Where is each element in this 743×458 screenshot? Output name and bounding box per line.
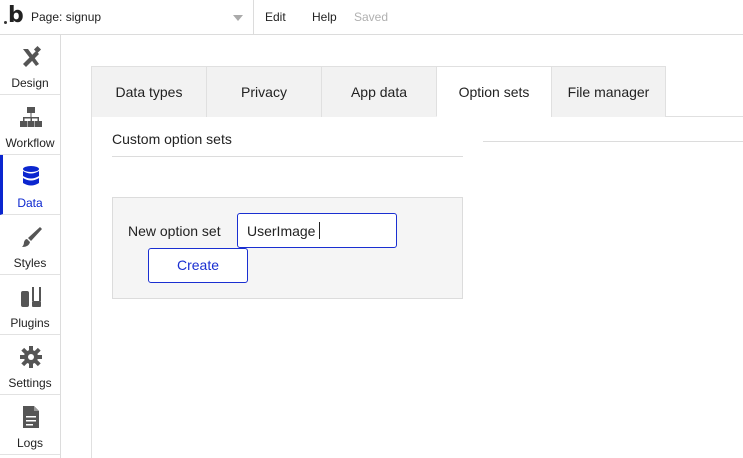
tab-app-data[interactable]: App data [321,66,437,117]
sidebar-item-label: Design [11,76,49,90]
sidebar-item-label: Plugins [10,316,50,330]
help-menu[interactable]: Help [312,10,337,24]
tab-option-sets[interactable]: Option sets [436,66,552,117]
new-option-set-input[interactable] [237,213,397,248]
tabs-baseline [666,116,743,117]
sidebar-item-label: Styles [13,256,47,270]
new-option-set-label: New option set [128,223,221,239]
right-divider [483,141,743,142]
logo-dot [4,21,7,24]
page-selector[interactable]: Page: signup [25,0,254,35]
sidebar-item-data[interactable]: Data [0,155,60,215]
section-title: Custom option sets [112,131,232,147]
sidebar-item-label: Workflow [5,136,55,150]
sidebar-item-label: Logs [16,436,44,450]
sidebar-item-settings[interactable]: Settings [0,335,60,395]
bubble-logo[interactable]: b [4,3,24,28]
design-icon [23,45,42,67]
tab-privacy[interactable]: Privacy [206,66,322,117]
sidebar-item-label: Settings [8,376,52,390]
sidebar-item-styles[interactable]: Styles [0,215,60,275]
page-selector-label: Page: signup [31,10,102,24]
section-divider [112,156,463,157]
text-cursor [319,222,320,239]
top-bar: b Page: signup Edit Help Saved [0,0,743,35]
gear-icon [20,346,42,368]
sidebar-item-plugins[interactable]: Plugins [0,275,60,335]
create-button[interactable]: Create [148,248,248,283]
new-option-set-panel: New option set Create [112,197,463,299]
plugins-icon [21,287,41,307]
brush-icon [22,227,42,247]
logo-letter: b [8,3,24,28]
sidebar-item-label: Data [17,196,43,210]
document-icon [23,406,39,428]
sidebar-item-workflow[interactable]: Workflow [0,95,60,155]
edit-menu[interactable]: Edit [265,10,286,24]
main-divider [91,116,92,458]
database-icon [23,166,39,186]
sidebar-item-design[interactable]: Design [0,35,60,95]
tab-data-types[interactable]: Data types [91,66,207,117]
chevron-down-icon [233,15,243,21]
tab-file-manager[interactable]: File manager [551,66,666,117]
left-sidebar: Design Workflow Data Styles Plugins Sett… [0,35,61,458]
sidebar-item-logs[interactable]: Logs [0,395,60,455]
workflow-icon [20,107,42,127]
saved-status: Saved [354,10,389,24]
